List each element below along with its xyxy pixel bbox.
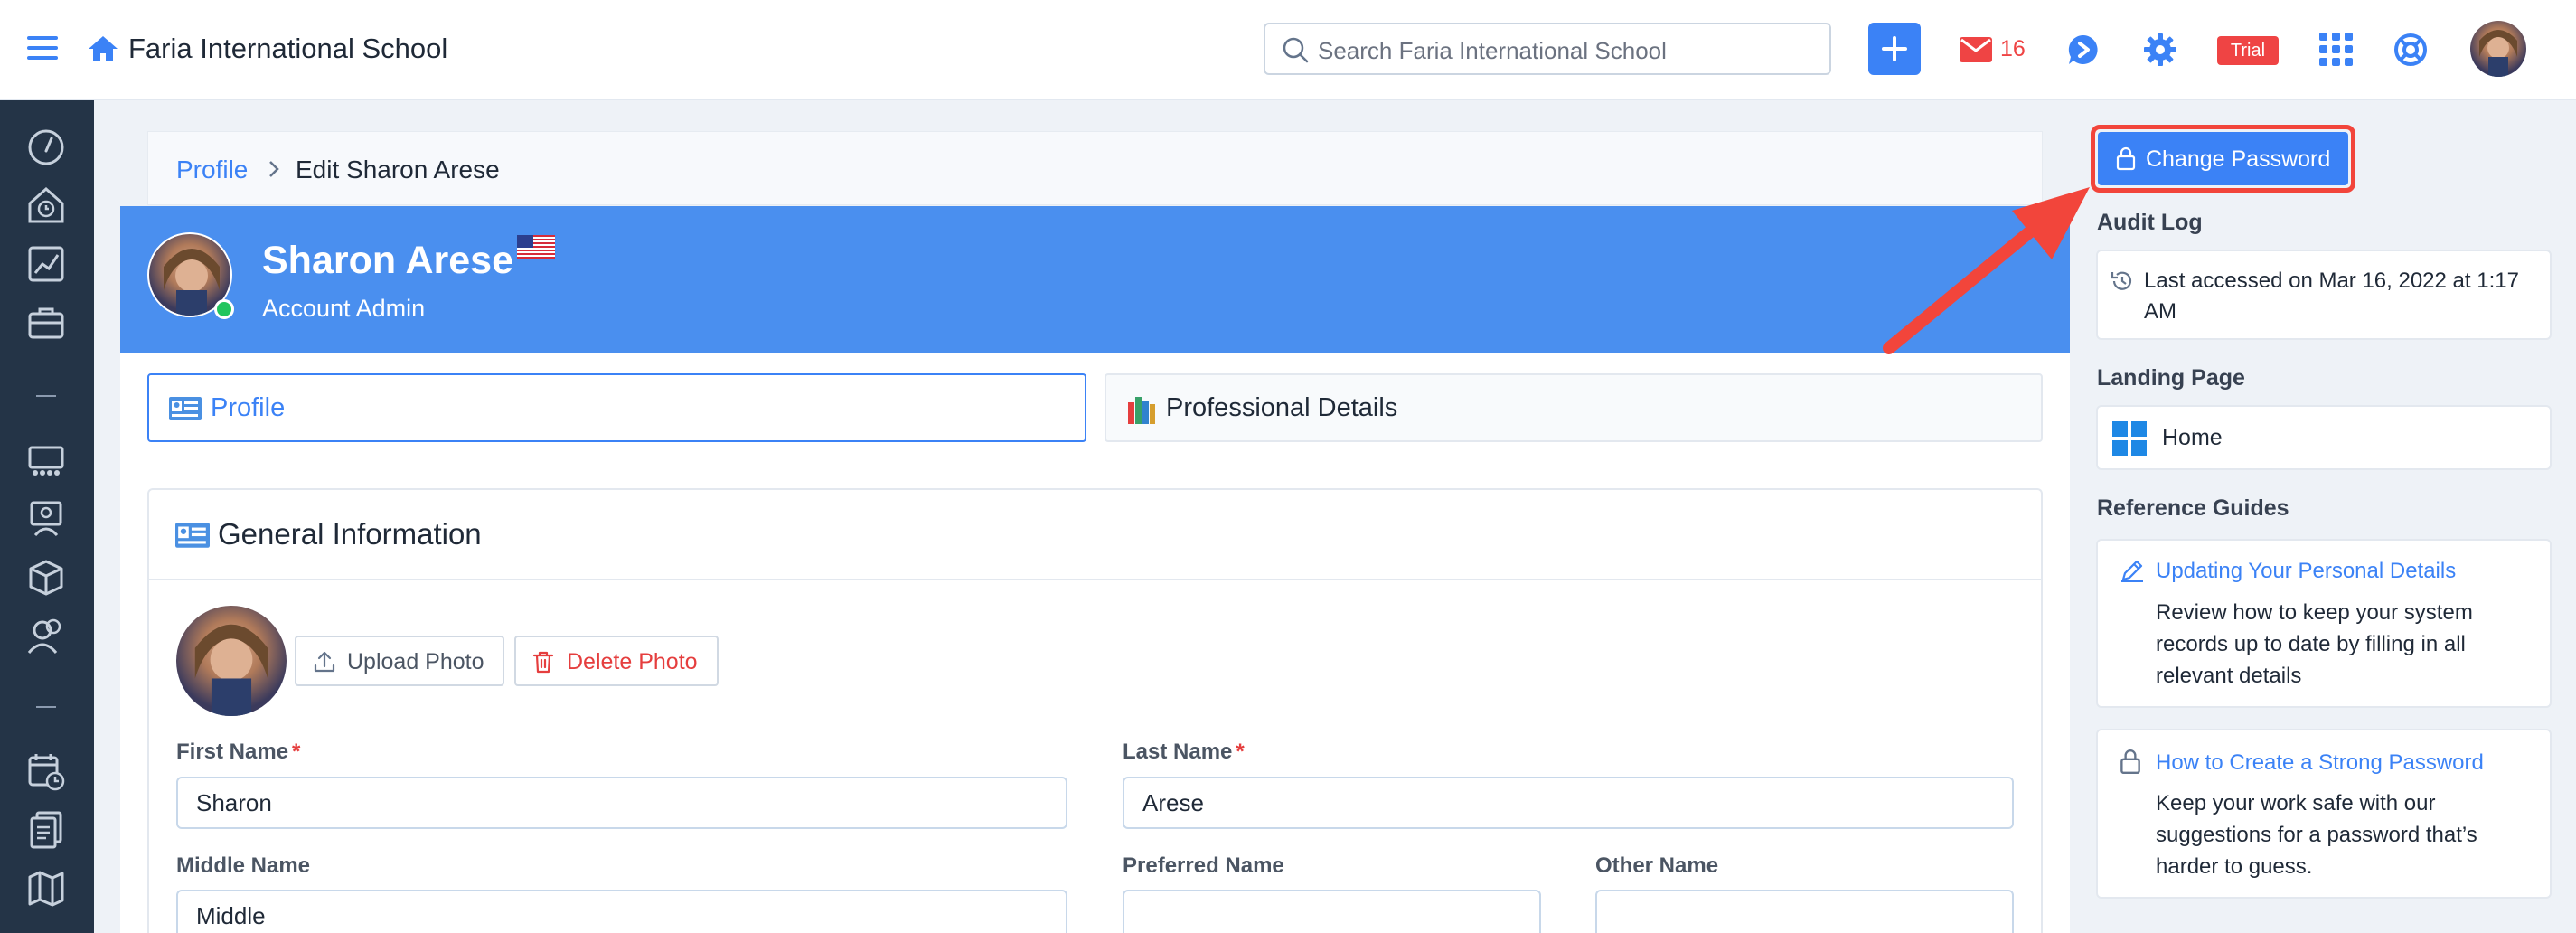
- hamburger-menu-icon[interactable]: [27, 34, 58, 61]
- left-sidebar: [0, 100, 94, 933]
- documents-icon[interactable]: [24, 807, 68, 851]
- first-name-label: First Name *: [176, 740, 301, 764]
- lock-icon: [2116, 146, 2136, 171]
- general-information-card: [147, 488, 2043, 933]
- preferred-name-input[interactable]: [1123, 890, 1541, 933]
- user-avatar[interactable]: [2470, 21, 2526, 77]
- school-name[interactable]: Faria International School: [128, 33, 447, 65]
- breadcrumb: Profile Edit Sharon Arese: [147, 131, 2043, 205]
- trash-icon: [532, 650, 554, 674]
- guide-card: Updating Your Personal Details Review ho…: [2096, 539, 2552, 708]
- audit-log-card: Last accessed on Mar 16, 2022 at 1:17 AM: [2096, 250, 2552, 340]
- breadcrumb-current: Edit Sharon Arese: [296, 156, 500, 184]
- dashboard-gauge-icon[interactable]: [24, 126, 68, 169]
- home-clock-icon[interactable]: [24, 184, 68, 227]
- guide-card: How to Create a Strong Password Keep you…: [2096, 729, 2552, 899]
- breadcrumb-profile-link[interactable]: Profile: [176, 156, 248, 184]
- chevron-right-icon: [268, 159, 280, 179]
- home-icon[interactable]: [87, 34, 119, 63]
- change-password-button[interactable]: Change Password: [2098, 132, 2348, 185]
- search-input[interactable]: Search Faria International School: [1264, 23, 1831, 75]
- calendar-clock-icon[interactable]: [24, 749, 68, 792]
- upload-photo-label: Upload Photo: [347, 649, 484, 674]
- landing-page-title: Landing Page: [2097, 365, 2245, 391]
- mail-icon[interactable]: [1960, 37, 1992, 62]
- add-button[interactable]: [1868, 23, 1921, 75]
- middle-name-input[interactable]: Middle: [176, 890, 1067, 933]
- search-placeholder: Search Faria International School: [1318, 37, 1667, 64]
- cube-package-icon[interactable]: [24, 556, 68, 599]
- other-name-label: Other Name: [1595, 853, 1719, 878]
- guide-link[interactable]: Updating Your Personal Details: [2156, 559, 2456, 584]
- id-card-icon: [169, 397, 202, 420]
- reference-guides-title: Reference Guides: [2097, 495, 2289, 521]
- windows-icon: [2112, 421, 2147, 456]
- upload-photo-button[interactable]: Upload Photo: [295, 636, 504, 686]
- books-icon: [1126, 393, 1157, 424]
- pencil-icon: [2120, 558, 2145, 583]
- id-card-icon: [175, 523, 210, 548]
- audit-log-title: Audit Log: [2097, 210, 2203, 235]
- chat-icon[interactable]: [2066, 33, 2101, 67]
- analytics-chart-icon[interactable]: [24, 242, 68, 286]
- tab-profile-label: Profile: [211, 393, 286, 422]
- top-bar: Faria International School Search Faria …: [0, 0, 2576, 100]
- lock-icon: [2120, 748, 2141, 775]
- briefcase-icon[interactable]: [24, 301, 68, 344]
- us-flag-icon: [517, 235, 555, 259]
- history-icon: [2110, 269, 2135, 294]
- tab-profile[interactable]: Profile: [147, 373, 1086, 442]
- guide-link[interactable]: How to Create a Strong Password: [2156, 750, 2484, 776]
- classroom-icon[interactable]: [24, 438, 68, 482]
- profile-photo: [176, 606, 287, 716]
- last-name-input[interactable]: Arese: [1123, 777, 2014, 829]
- teacher-board-icon[interactable]: [24, 497, 68, 541]
- first-name-input[interactable]: Sharon: [176, 777, 1067, 829]
- search-icon: [1282, 36, 1309, 63]
- mail-count[interactable]: 16: [2000, 36, 2026, 62]
- sidebar-divider: [36, 395, 56, 397]
- users-group-icon[interactable]: [24, 615, 68, 658]
- guide-description: Review how to keep your system records u…: [2156, 600, 2473, 688]
- change-password-label: Change Password: [2146, 146, 2331, 172]
- profile-role: Account Admin: [262, 295, 426, 322]
- sidebar-divider: [36, 706, 56, 708]
- audit-log-text: Last accessed on Mar 16, 2022 at 1:17 AM: [2144, 269, 2519, 324]
- guide-description: Keep your work safe with our suggestions…: [2156, 791, 2477, 879]
- delete-photo-button[interactable]: Delete Photo: [514, 636, 719, 686]
- landing-page-card[interactable]: Home: [2096, 405, 2552, 470]
- tab-professional-details-label: Professional Details: [1166, 393, 1398, 422]
- middle-name-label: Middle Name: [176, 853, 311, 878]
- apps-grid-icon[interactable]: [2319, 33, 2354, 67]
- card-divider: [149, 579, 2041, 580]
- profile-name: Sharon Arese: [262, 239, 514, 282]
- profile-header-banner: Sharon Arese Account Admin: [120, 206, 2070, 353]
- general-information-title: General Information: [218, 517, 482, 551]
- landing-page-value: Home: [2162, 425, 2223, 450]
- other-name-input[interactable]: [1595, 890, 2014, 933]
- upload-icon: [313, 650, 336, 674]
- online-status-indicator: [214, 299, 234, 319]
- last-name-label: Last Name *: [1123, 740, 1245, 764]
- map-icon[interactable]: [24, 866, 68, 909]
- delete-photo-label: Delete Photo: [567, 649, 698, 674]
- preferred-name-label: Preferred Name: [1123, 853, 1284, 878]
- settings-gear-icon[interactable]: [2144, 33, 2176, 66]
- trial-badge[interactable]: Trial: [2217, 36, 2279, 65]
- help-lifebuoy-icon[interactable]: [2393, 33, 2428, 67]
- annotation-arrow: [1880, 176, 2097, 357]
- tab-professional-details[interactable]: Professional Details: [1105, 373, 2043, 442]
